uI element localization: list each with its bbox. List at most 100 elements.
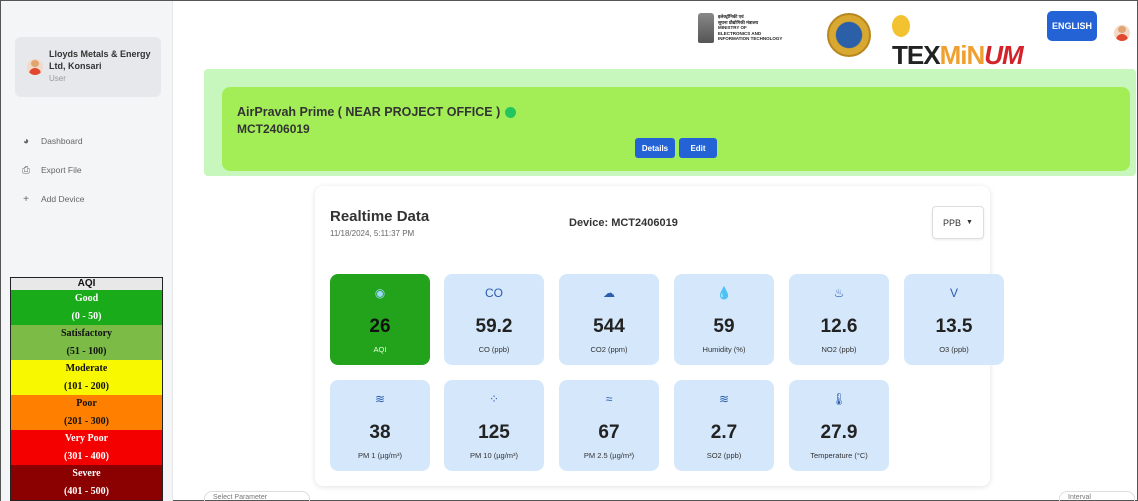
metric-label: NO2 (ppb): [821, 345, 857, 354]
metric-label: Temperature (°C): [810, 451, 868, 460]
aqi-level-range: (0 - 50): [11, 307, 162, 325]
metric-label: CO2 (ppm): [590, 345, 628, 354]
metric-tile[interactable]: ⁘ 125 PM 10 (µg/m³): [444, 380, 544, 471]
pm10-icon: ⁘: [488, 392, 500, 406]
pie-chart-icon: ◕: [22, 135, 30, 147]
profile-avatar[interactable]: [1114, 25, 1130, 41]
avatar: [27, 59, 43, 75]
edit-button[interactable]: Edit: [679, 138, 717, 158]
aqi-level-label: Satisfactory: [11, 325, 162, 343]
metric-tile[interactable]: ≋ 2.7 SO2 (ppb): [674, 380, 774, 471]
metric-tile[interactable]: ♨ 12.6 NO2 (ppb): [789, 274, 889, 365]
meity-text: इलेक्ट्रॉनिकी एवं सूचना प्रौद्योगिकी मंत्…: [718, 14, 782, 42]
metric-value: 544: [593, 316, 625, 337]
metric-value: 27.9: [820, 422, 858, 443]
cdac-logo: [827, 13, 871, 57]
co-icon: CO: [485, 286, 503, 300]
pm25-icon: ≈: [605, 392, 613, 406]
aqi-legend-header: AQI: [11, 278, 162, 290]
texmin-min: MiN: [939, 40, 986, 70]
language-button[interactable]: ENGLISH: [1047, 11, 1097, 41]
metric-tile[interactable]: V 13.5 O3 (ppb): [904, 274, 1004, 365]
user-name: Lloyds Metals & Energy Ltd, Konsari: [49, 49, 151, 71]
user-role: User: [49, 74, 66, 83]
export-icon: ⎙: [22, 164, 30, 176]
aqi-level-range: (101 - 200): [11, 377, 162, 395]
metric-tile[interactable]: 💧 59 Humidity (%): [674, 274, 774, 365]
aqi-level-range: (301 - 400): [11, 447, 162, 465]
texmin-logo: TEXMiNUM: [892, 9, 1032, 70]
metric-tile[interactable]: CO 59.2 CO (ppb): [444, 274, 544, 365]
metric-value: 59.2: [475, 316, 513, 337]
device-id: MCT2406019: [237, 122, 310, 136]
texmin-tex: TEX: [892, 40, 941, 70]
o3-icon: V: [949, 286, 958, 300]
aqi-legend: AQI Good (0 - 50) Satisfactory (51 - 100) Mo…: [10, 277, 163, 501]
nav-label: Add Device: [41, 194, 85, 204]
unit-select[interactable]: PPB ▼: [932, 206, 984, 239]
select-parameter-label: Select Parameter: [213, 494, 268, 501]
interval-field[interactable]: Interval: [1059, 491, 1135, 501]
caret-down-icon: ▼: [966, 219, 973, 226]
so2-icon: ≋: [718, 392, 730, 406]
aqi-level-range: (401 - 500): [11, 482, 162, 500]
nav-dashboard[interactable]: ◕ Dashboard: [19, 134, 83, 148]
metric-label: SO2 (ppb): [706, 451, 742, 460]
aqi-icon: ◉: [374, 286, 386, 300]
realtime-title: Realtime Data: [330, 208, 430, 225]
droplet-icon: 💧: [716, 286, 732, 300]
unit-select-value: PPB: [943, 217, 962, 228]
interval-label: Interval: [1068, 494, 1091, 501]
cloud-icon: ☁: [603, 286, 615, 300]
device-title-text: AirPravah Prime ( NEAR PROJECT OFFICE ): [237, 105, 501, 119]
realtime-device-label: Device: MCT2406019: [569, 217, 678, 229]
metric-value: 13.5: [935, 316, 973, 337]
metric-value: 38: [369, 422, 391, 443]
realtime-timestamp: 11/18/2024, 5:11:37 PM: [330, 229, 415, 238]
metric-label: Humidity (%): [702, 345, 746, 354]
aqi-level-label: Good: [11, 290, 162, 308]
metric-value: 125: [478, 422, 510, 443]
aqi-level-range: (51 - 100): [11, 342, 162, 360]
metric-label: AQI: [373, 345, 387, 354]
meity-logo: इलेक्ट्रॉनिकी एवं सूचना प्रौद्योगिकी मंत्…: [698, 11, 788, 45]
metric-value: 2.7: [710, 422, 738, 443]
metric-value: 12.6: [820, 316, 858, 337]
metric-label: PM 10 (µg/m³): [469, 451, 519, 460]
aqi-level-label: Moderate: [11, 360, 162, 378]
metric-tile[interactable]: ◉ 26 AQI: [330, 274, 430, 365]
bulb-icon: [892, 15, 910, 38]
device-banner: [222, 87, 1130, 171]
status-dot-icon: [505, 106, 517, 118]
texmin-ism: UM: [984, 40, 1023, 70]
aqi-level-label: Very Poor: [11, 430, 162, 448]
no2-icon: ♨: [833, 286, 845, 300]
nav-export-file[interactable]: ⎙ Export File: [19, 163, 82, 177]
metric-value: 67: [598, 422, 620, 443]
aqi-level-label: Severe: [11, 465, 162, 483]
user-card[interactable]: Lloyds Metals & Energy Ltd, Konsari User: [15, 37, 161, 97]
nav-label: Dashboard: [41, 136, 83, 146]
national-emblem-icon: [698, 13, 714, 43]
nav-add-device[interactable]: + Add Device: [19, 192, 84, 206]
sidebar: Lloyds Metals & Energy Ltd, Konsari User…: [1, 1, 173, 501]
nav-label: Export File: [41, 165, 82, 175]
device-title: AirPravah Prime ( NEAR PROJECT OFFICE ): [237, 105, 517, 119]
metric-tile[interactable]: ≋ 38 PM 1 (µg/m³): [330, 380, 430, 471]
aqi-level-label: Poor: [11, 395, 162, 413]
details-button[interactable]: Details: [635, 138, 675, 158]
metric-value: 59: [713, 316, 735, 337]
metric-tile[interactable]: ☁ 544 CO2 (ppm): [559, 274, 659, 365]
aqi-level-range: (201 - 300): [11, 412, 162, 430]
metric-label: PM 1 (µg/m³): [358, 451, 402, 460]
metric-value: 26: [369, 316, 391, 337]
metric-tile[interactable]: 🌡 27.9 Temperature (°C): [789, 380, 889, 471]
metric-tile[interactable]: ≈67 PM 2.5 (µg/m³): [559, 380, 659, 471]
meity-text-line: INFORMATION TECHNOLOGY: [718, 36, 783, 42]
metric-label: CO (ppb): [478, 345, 510, 354]
metric-label: PM 2.5 (µg/m³): [583, 451, 635, 460]
metric-label: O3 (ppb): [939, 345, 969, 354]
pm1-icon: ≋: [374, 392, 386, 406]
thermometer-icon: 🌡: [831, 392, 847, 406]
select-parameter-field[interactable]: Select Parameter: [204, 491, 310, 501]
